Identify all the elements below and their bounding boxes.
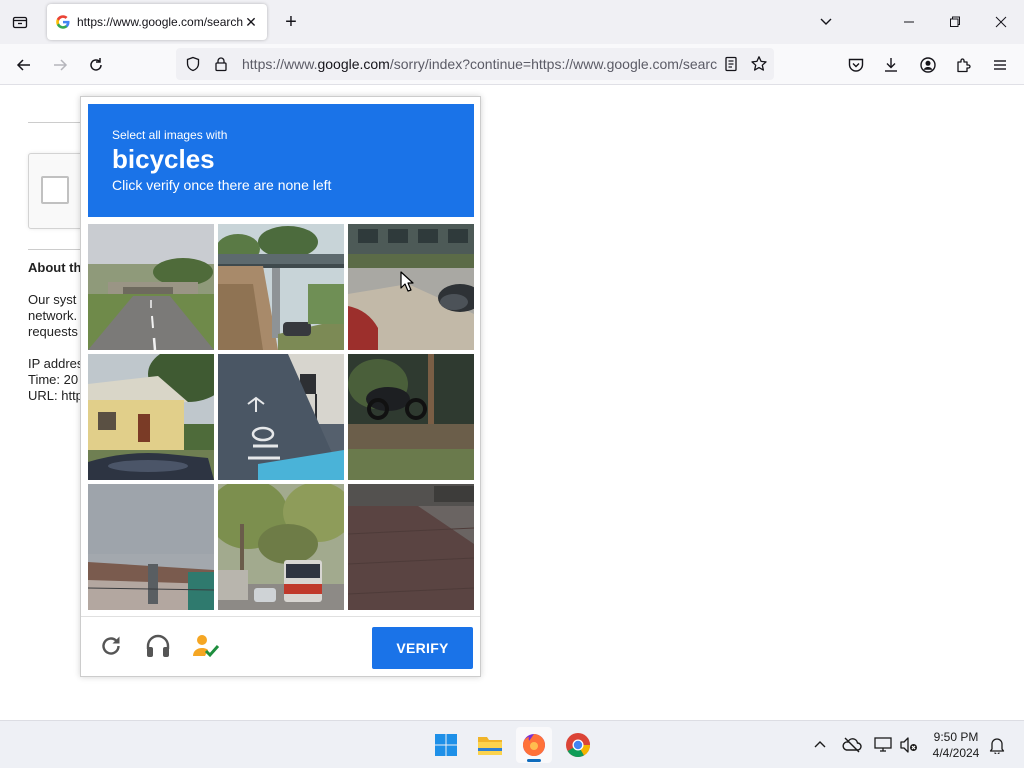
url-domain: google.com [317,56,390,72]
challenge-footer: VERIFY [81,616,480,676]
chevron-down-icon[interactable] [816,12,836,32]
image-tile-8[interactable] [218,484,344,610]
browser-tab[interactable]: https://www.google.com/search?q= ✕ [47,4,267,40]
image-tile-9[interactable] [348,484,474,610]
volume-muted-icon[interactable] [897,733,921,757]
image-tile-1[interactable] [88,224,214,350]
url-path: /sorry/index?continue=https://www.google… [389,56,718,72]
list-all-tabs-icon[interactable] [8,11,32,33]
challenge-header: Select all images with bicycles Click ve… [88,104,474,217]
image-tile-5[interactable] [218,354,344,480]
hamburger-menu-icon[interactable] [987,52,1013,78]
info-paragraph-line: Our syst [28,292,77,307]
divider [28,122,88,123]
network-icon[interactable] [871,733,895,757]
forward-arrow-icon[interactable] [47,52,73,78]
windows-taskbar: 9:50 PM 4/4/2024 [0,720,1024,768]
show-hidden-icons-chevron-icon[interactable] [808,733,832,757]
lock-icon[interactable] [208,51,234,77]
challenge-image-grid [88,224,474,610]
windows-start-icon[interactable] [428,727,464,763]
verify-button[interactable]: VERIFY [372,627,473,669]
close-window-icon[interactable] [978,0,1024,44]
reload-challenge-icon[interactable] [94,629,128,663]
recaptcha-checkbox-widget[interactable] [28,153,88,229]
firefox-icon[interactable] [516,727,552,763]
info-paragraph-line: network. [28,308,78,323]
reader-view-icon[interactable] [718,51,744,77]
address-bar[interactable]: https://www.google.com/sorry/index?conti… [176,48,774,80]
minimize-icon[interactable] [886,0,932,44]
info-paragraph-line: requests [28,324,78,339]
about-heading: About th [28,260,82,275]
url-line: URL: http [28,388,83,403]
notifications-bell-icon[interactable] [985,733,1009,757]
chrome-icon[interactable] [560,727,596,763]
tracking-protection-shield-icon[interactable] [180,51,206,77]
recaptcha-challenge-dialog: Select all images with bicycles Click ve… [80,96,481,677]
challenge-target-object: bicycles [112,144,215,174]
mouse-cursor-icon [400,271,414,292]
onedrive-offline-icon[interactable] [840,733,864,757]
clock-time: 9:50 PM [933,730,979,744]
info-person-check-icon[interactable] [189,629,223,663]
downloads-icon[interactable] [878,52,904,78]
back-arrow-icon[interactable] [11,52,37,78]
image-tile-6[interactable] [348,354,474,480]
file-explorer-icon[interactable] [472,727,508,763]
url-prefix: https://www. [242,56,318,72]
google-g-icon [55,14,71,30]
tab-bar: https://www.google.com/search?q= ✕ + [0,0,1024,44]
account-icon[interactable] [915,52,941,78]
active-app-indicator [527,759,541,762]
bookmark-star-icon[interactable] [746,51,772,77]
close-tab-icon[interactable]: ✕ [243,14,259,30]
new-tab-icon[interactable]: + [280,11,302,33]
challenge-subinstruction: Click verify once there are none left [112,177,332,193]
challenge-instruction: Select all images with [112,128,228,142]
restore-icon[interactable] [932,0,978,44]
tab-title: https://www.google.com/search?q= [77,15,243,29]
url-text[interactable]: https://www.google.com/sorry/index?conti… [242,56,718,72]
navigation-toolbar: https://www.google.com/sorry/index?conti… [0,44,1024,85]
extensions-puzzle-icon[interactable] [951,52,977,78]
pocket-icon[interactable] [843,52,869,78]
divider [28,249,88,250]
image-tile-2[interactable] [218,224,344,350]
clock-date: 4/4/2024 [932,746,980,760]
recaptcha-checkbox[interactable] [41,176,69,204]
ip-address-line: IP addres [28,356,84,371]
reload-icon[interactable] [83,52,109,78]
headphones-audio-challenge-icon[interactable] [141,629,175,663]
time-line: Time: 20 [28,372,79,387]
image-tile-4[interactable] [88,354,214,480]
system-clock[interactable]: 9:50 PM 4/4/2024 [924,729,988,761]
image-tile-7[interactable] [88,484,214,610]
